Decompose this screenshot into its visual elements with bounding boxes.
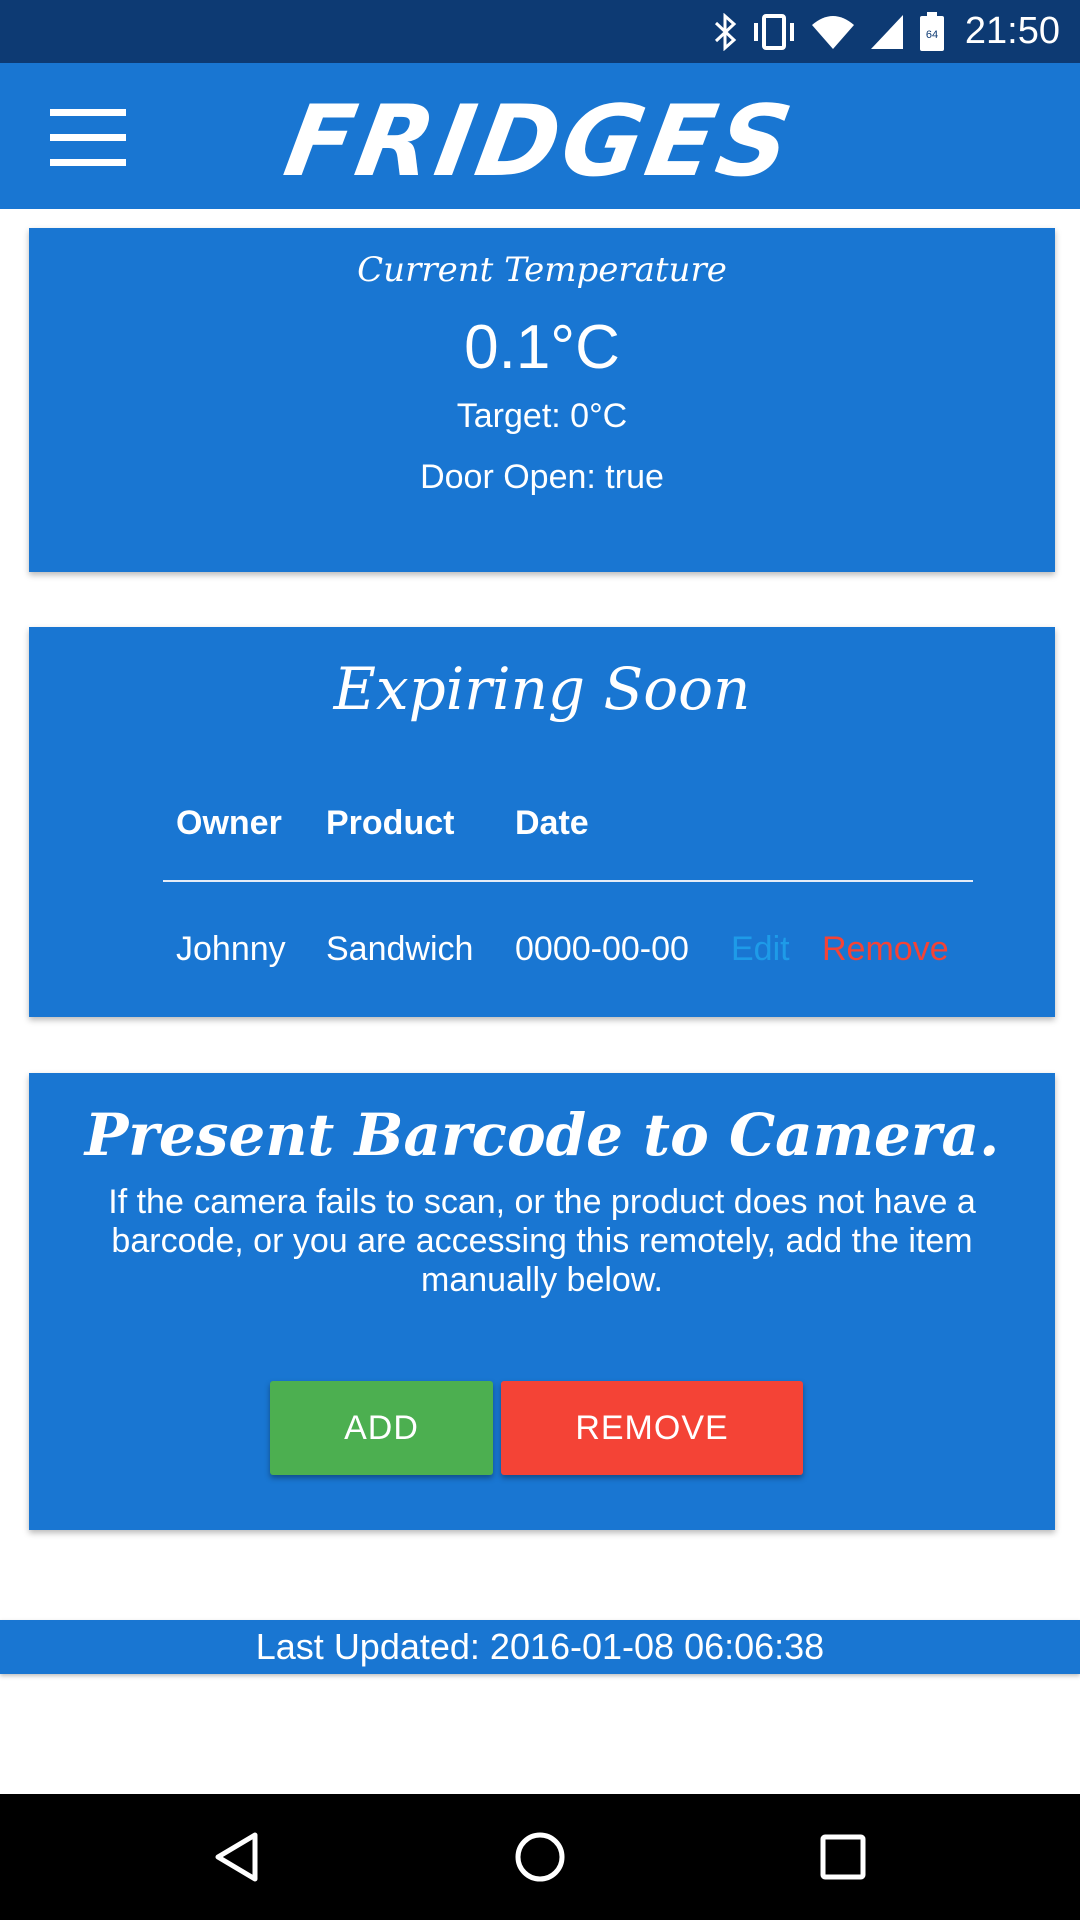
row-owner: Johnny (176, 930, 286, 968)
barcode-description: If the camera fails to scan, or the prod… (108, 1183, 976, 1299)
app-title: FRIDGES (276, 85, 804, 199)
home-icon[interactable] (460, 1794, 620, 1920)
table-row: Johnny Sandwich 0000-00-00 Edit Remove (163, 882, 973, 1004)
row-product: Sandwich (326, 930, 474, 968)
column-header-product: Product (326, 804, 455, 842)
bluetooth-icon (713, 12, 737, 51)
last-updated: Last Updated: 2016-01-08 06:06:38 (0, 1620, 1080, 1674)
target-temperature: Target: 0°C (456, 397, 628, 435)
cell-signal-icon (869, 13, 905, 51)
column-header-owner: Owner (176, 804, 282, 842)
expiring-table: Owner Product Date Johnny Sandwich 0000-… (163, 792, 973, 1004)
barcode-heading: Present Barcode to Camera. (84, 1101, 1000, 1169)
status-time: 21:50 (964, 10, 1060, 52)
back-icon[interactable] (157, 1794, 317, 1920)
temperature-heading: Current Temperature (357, 250, 727, 290)
app-bar: FRIDGES (0, 63, 1080, 209)
remove-link[interactable]: Remove (822, 930, 949, 969)
barcode-card: Present Barcode to Camera. If the camera… (29, 1073, 1055, 1530)
column-header-date: Date (515, 804, 589, 842)
add-button[interactable]: ADD (270, 1381, 493, 1475)
edit-link[interactable]: Edit (731, 930, 790, 969)
recents-icon[interactable] (763, 1794, 923, 1920)
temperature-card: Current Temperature 0.1°C Target: 0°C Do… (29, 228, 1055, 572)
status-icons: 64 21:50 (713, 0, 1060, 63)
system-nav-bar (0, 1794, 1080, 1920)
remove-button[interactable]: REMOVE (501, 1381, 803, 1475)
wifi-icon (811, 13, 855, 51)
expiring-card: Expiring Soon Owner Product Date Johnny … (29, 627, 1055, 1017)
status-bar: 64 21:50 (0, 0, 1080, 63)
expiring-heading: Expiring Soon (333, 655, 751, 723)
table-header: Owner Product Date (163, 792, 973, 882)
current-temperature: 0.1°C (464, 313, 620, 382)
battery-icon: 64 (919, 11, 945, 52)
door-status: Door Open: true (420, 458, 664, 496)
row-date: 0000-00-00 (515, 930, 689, 968)
battery-level-text: 64 (926, 29, 938, 41)
vibrate-icon (751, 13, 797, 51)
